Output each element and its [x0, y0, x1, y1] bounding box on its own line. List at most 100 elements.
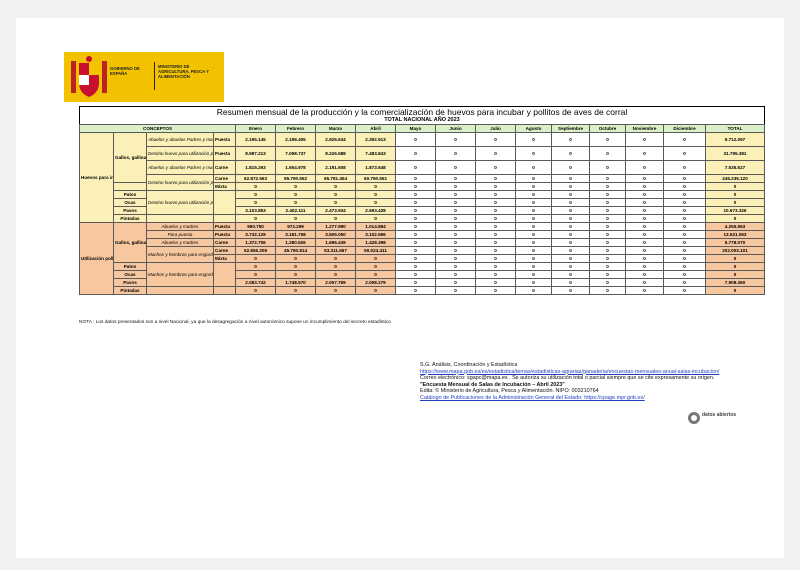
data-table: CONCEPTOS Enero Febrero Marzo Abril Mayo… — [78, 124, 765, 295]
datos-abiertos-icon-inner — [691, 415, 697, 421]
value-cell: 0 — [475, 254, 517, 263]
value-cell: 2.195.145 — [235, 132, 277, 147]
month-header: Noviembre — [625, 124, 665, 133]
species-label: Gallos, gallinas y pollos — [113, 132, 147, 183]
value-cell: 0 — [515, 262, 553, 271]
value-cell: 1.014.894 — [355, 222, 397, 231]
value-cell: 0 — [663, 206, 707, 215]
total-cell: 0 — [705, 270, 765, 279]
value-cell: 3.102.596 — [355, 230, 397, 239]
value-cell: 0 — [275, 254, 317, 263]
value-cell: 0 — [275, 270, 317, 279]
value-cell: 0 — [625, 278, 665, 287]
value-cell: 0 — [355, 262, 397, 271]
value-cell: 0 — [475, 238, 517, 247]
value-cell: 0 — [355, 270, 397, 279]
source-link[interactable]: https://www.mapa.gob.es/es/estadistica/t… — [420, 369, 780, 376]
total-cell: 9.712.097 — [705, 132, 765, 147]
value-cell: 0 — [625, 222, 665, 231]
value-cell: 0 — [275, 198, 317, 207]
value-cell: 0 — [435, 262, 477, 271]
credits-block: S.G. Análisis, Coordinación y Estadístic… — [420, 362, 780, 402]
value-cell: 0 — [551, 254, 591, 263]
value-cell: 0 — [435, 286, 477, 295]
value-cell: 0 — [435, 146, 477, 161]
type-label: Puesta — [212, 146, 237, 161]
total-cell: 7.908.360 — [705, 278, 765, 287]
total-header: TOTAL — [705, 124, 765, 133]
total-cell: 13.521.063 — [705, 230, 765, 239]
value-cell: 0 — [475, 198, 517, 207]
value-cell: 8.987.213 — [235, 146, 277, 161]
total-cell: 7.535.527 — [705, 160, 765, 175]
table-row: Machos y hembras para engorde Carne 52.8… — [80, 246, 765, 263]
month-header: Diciembre — [663, 124, 707, 133]
value-cell: 0 — [515, 174, 553, 183]
total-cell: 0 — [705, 182, 765, 191]
coat-of-arms-icon — [71, 56, 107, 97]
value-cell: 2.057.769 — [315, 278, 357, 287]
value-cell: 60.790.551 — [355, 174, 397, 183]
value-cell: 0 — [663, 160, 707, 175]
value-cell: 0 — [625, 146, 665, 161]
value-cell: 0 — [625, 190, 665, 199]
value-cell: 0 — [551, 190, 591, 199]
value-cell: 0 — [663, 270, 707, 279]
value-cell: 0 — [515, 132, 553, 147]
value-cell: 0 — [551, 182, 591, 191]
value-cell: 0 — [435, 160, 477, 175]
group-label-huevos: Huevos para incubar puestos a incubar — [79, 132, 114, 223]
value-cell: 0 — [551, 222, 591, 231]
value-cell: 0 — [315, 198, 357, 207]
value-cell: 0 — [275, 214, 317, 223]
value-cell: 0 — [315, 182, 357, 191]
species-label: Ocas — [113, 270, 147, 279]
value-cell: 0 — [625, 198, 665, 207]
datos-abiertos-logo: datos abiertos — [688, 410, 748, 428]
group-label-pollitos: Utilización pollitos — [79, 222, 114, 295]
value-cell: 0 — [315, 286, 357, 295]
value-cell: 1.696.439 — [315, 238, 357, 247]
value-cell: 0 — [475, 190, 517, 199]
value-cell: 0 — [355, 190, 397, 199]
value-cell: 0 — [551, 246, 591, 255]
value-cell: 0 — [589, 198, 627, 207]
value-cell: 0 — [515, 198, 553, 207]
catalog-link[interactable]: Catálogo de Publicaciones de la Administ… — [420, 395, 780, 402]
value-cell: 0 — [275, 262, 317, 271]
concept-desc: Abuelos y abuelas Padres y madres — [146, 132, 214, 147]
value-cell: 0 — [663, 262, 707, 271]
value-cell: 0 — [663, 174, 707, 183]
concept-desc: Abuelos y abuelas Padres y madres — [146, 160, 214, 175]
month-header: Marzo — [315, 124, 357, 133]
value-cell: 0 — [395, 190, 437, 199]
value-cell: 0 — [475, 214, 517, 223]
value-cell: 0 — [475, 182, 517, 191]
value-cell: 0 — [551, 198, 591, 207]
value-cell: 0 — [315, 254, 357, 263]
total-cell: 4.255.963 — [705, 222, 765, 231]
value-cell: 0 — [551, 206, 591, 215]
value-cell: 990.750 — [235, 222, 277, 231]
value-cell: 0 — [235, 214, 277, 223]
value-cell: 0 — [435, 278, 477, 287]
month-header: Abril — [355, 124, 397, 133]
species-blank — [113, 182, 147, 191]
value-cell: 0 — [551, 132, 591, 147]
value-cell: 0 — [435, 206, 477, 215]
value-cell: 2.191.608 — [315, 160, 357, 175]
value-cell: 0 — [551, 214, 591, 223]
value-cell: 52.856.209 — [235, 246, 277, 255]
value-cell: 0 — [395, 262, 437, 271]
value-cell: 0 — [435, 132, 477, 147]
value-cell: 0 — [435, 230, 477, 239]
value-cell: 0 — [275, 190, 317, 199]
value-cell: 0 — [475, 230, 517, 239]
concept-desc: Para puesta — [146, 230, 214, 239]
total-cell: 31.795.381 — [705, 146, 765, 161]
value-cell: 0 — [551, 160, 591, 175]
value-cell: 2.693.428 — [355, 206, 397, 215]
value-cell: 0 — [435, 270, 477, 279]
credits-unit: S.G. Análisis, Coordinación y Estadístic… — [420, 362, 518, 368]
government-logo: GOBIERNO DE ESPAÑA MINISTERIO DE AGRICUL… — [64, 52, 224, 102]
